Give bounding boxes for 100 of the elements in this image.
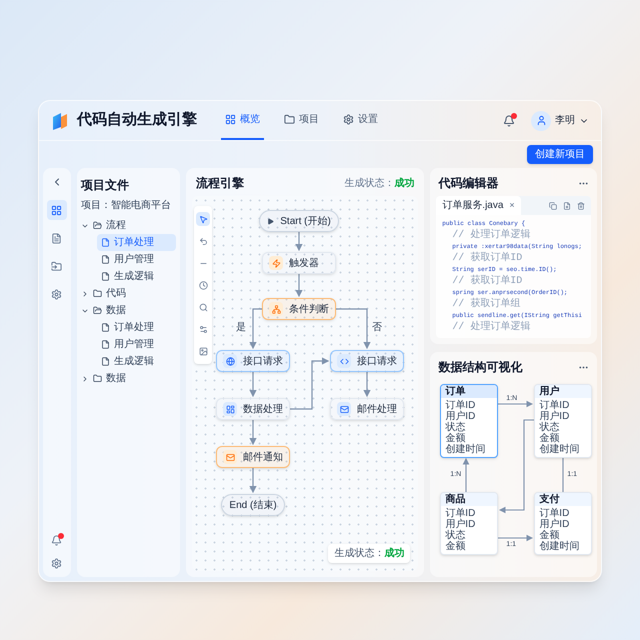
- panel-title: 数据结构可视化: [438, 359, 522, 376]
- entity-field: 状态: [539, 422, 588, 433]
- trash-icon[interactable]: [577, 202, 585, 210]
- relation-arrow: [498, 534, 534, 542]
- connector-arrow: [249, 372, 257, 398]
- entity-name: 用户: [539, 385, 560, 398]
- terminal-node[interactable]: Start (开始): [259, 210, 340, 232]
- node-label: 数据处理: [243, 402, 284, 416]
- branch-label: 是: [236, 321, 246, 335]
- connector-arrow: [363, 372, 371, 398]
- flow-node[interactable]: 接口请求: [216, 350, 290, 372]
- flow-node[interactable]: 条件判断: [262, 298, 336, 320]
- file-item[interactable]: 订单处理: [96, 234, 176, 251]
- file-item[interactable]: 用户管理: [96, 336, 176, 353]
- file-item[interactable]: 生成逻辑: [96, 268, 176, 285]
- project-label: 项目：: [80, 199, 111, 213]
- entity-name: 订单: [445, 385, 466, 398]
- flow-node[interactable]: 数据处理: [216, 398, 290, 420]
- app-title: 代码自动生成引擎: [77, 110, 197, 130]
- connector-arrow: [249, 468, 257, 494]
- file-icon: [100, 357, 110, 366]
- entity-field: 用户ID: [539, 519, 588, 530]
- file-icon[interactable]: [563, 202, 571, 210]
- notification-button[interactable]: [51, 535, 62, 546]
- tool-icon: [198, 302, 208, 312]
- status-label: 生成状态：: [334, 546, 384, 561]
- nav-tab[interactable]: 概览: [221, 101, 264, 140]
- connector-arrow: [249, 308, 262, 350]
- entity-card[interactable]: 商品 订单ID 用户ID 状态 金额: [440, 492, 498, 555]
- folder-icon: [92, 289, 102, 298]
- flow-node[interactable]: 接口请求: [330, 350, 404, 372]
- tab-icon: [343, 114, 354, 125]
- status-value: 成功: [384, 546, 404, 561]
- connector-arrow: [295, 232, 303, 252]
- entity-field: 金额: [445, 541, 494, 552]
- tool-button[interactable]: [196, 212, 210, 226]
- panel-title: 代码编辑器: [438, 175, 498, 192]
- globe-icon: [223, 354, 238, 368]
- terminal-node[interactable]: End (结束): [221, 494, 286, 516]
- folder-icon: [92, 374, 102, 383]
- entity-field: 创建时间: [539, 541, 588, 552]
- play-icon: [267, 218, 274, 224]
- tab-icon: [284, 114, 295, 125]
- entity-field: 金额: [445, 433, 494, 444]
- code-comment: // 获取订单ID: [451, 253, 524, 265]
- rail-icon: [51, 260, 62, 272]
- node-label: 邮件通知: [243, 450, 284, 464]
- flow-node[interactable]: 邮件通知: [216, 446, 290, 468]
- folder-icon: [92, 221, 102, 230]
- file-icon: [100, 272, 110, 281]
- entity-card[interactable]: 支付 订单ID 用户ID 金额 创建时间: [534, 492, 592, 555]
- file-item[interactable]: 生成逻辑: [96, 353, 176, 370]
- entity-field: 用户ID: [539, 411, 588, 422]
- entity-card[interactable]: 订单 订单ID 用户ID 状态 金额 创建时间: [440, 384, 498, 458]
- file-item[interactable]: 用户管理: [96, 251, 176, 268]
- tab-close[interactable]: ×: [509, 198, 515, 212]
- entity-field: 金额: [539, 530, 588, 541]
- flow-node[interactable]: 触发器: [262, 252, 336, 274]
- file-icon: [100, 340, 110, 349]
- tool-icon: [198, 324, 208, 334]
- entity-field: 金额: [539, 433, 588, 444]
- settings-icon[interactable]: [51, 558, 62, 569]
- connector-arrow: [295, 274, 303, 298]
- nav-tab[interactable]: 项目: [280, 101, 323, 140]
- code-comment: // 获取订单组: [451, 299, 522, 311]
- folder-item[interactable]: 数据: [80, 370, 176, 387]
- avatar-icon: [531, 110, 551, 130]
- tool-icon: [198, 346, 208, 356]
- folder-item[interactable]: 代码: [80, 285, 176, 302]
- node-label: 接口请求: [243, 354, 284, 368]
- entity-field: 用户ID: [445, 411, 494, 422]
- node-label: 触发器: [289, 256, 320, 270]
- flow-node[interactable]: 邮件处理: [330, 398, 404, 420]
- data-icon: [223, 402, 238, 416]
- entity-field: 用户ID: [445, 519, 494, 530]
- relation-arrow: [498, 400, 534, 408]
- rail-button[interactable]: [46, 200, 67, 220]
- copy-icon[interactable]: [549, 202, 557, 210]
- entity-field: 创建时间: [539, 444, 588, 455]
- file-tab[interactable]: 订单服务.java ×: [436, 196, 521, 215]
- tool-icon: [198, 214, 208, 224]
- relation-line: [562, 457, 564, 492]
- nav-tab[interactable]: 设置: [339, 101, 382, 140]
- user-menu[interactable]: 李明: [531, 110, 589, 130]
- entity-field: 创建时间: [445, 444, 494, 455]
- node-label: 接口请求: [357, 354, 398, 368]
- entity-card[interactable]: 用户 订单ID 用户ID 状态 金额 创建时间: [534, 384, 592, 458]
- folder-item[interactable]: 数据: [80, 302, 176, 319]
- folder-item[interactable]: 流程: [80, 217, 176, 234]
- status-value: 成功: [394, 176, 414, 190]
- notification-button[interactable]: [503, 114, 515, 126]
- file-item[interactable]: 订单处理: [96, 319, 176, 336]
- tab-icon: [225, 114, 236, 125]
- create-project-button[interactable]: 创建新项目: [527, 145, 593, 164]
- code-icon: [337, 354, 352, 368]
- logo-icon: [51, 110, 69, 130]
- branch-label: 否: [372, 321, 382, 335]
- tool-icon: [198, 236, 208, 246]
- tab-label: 订单服务.java: [442, 198, 504, 213]
- mail-icon: [223, 450, 238, 464]
